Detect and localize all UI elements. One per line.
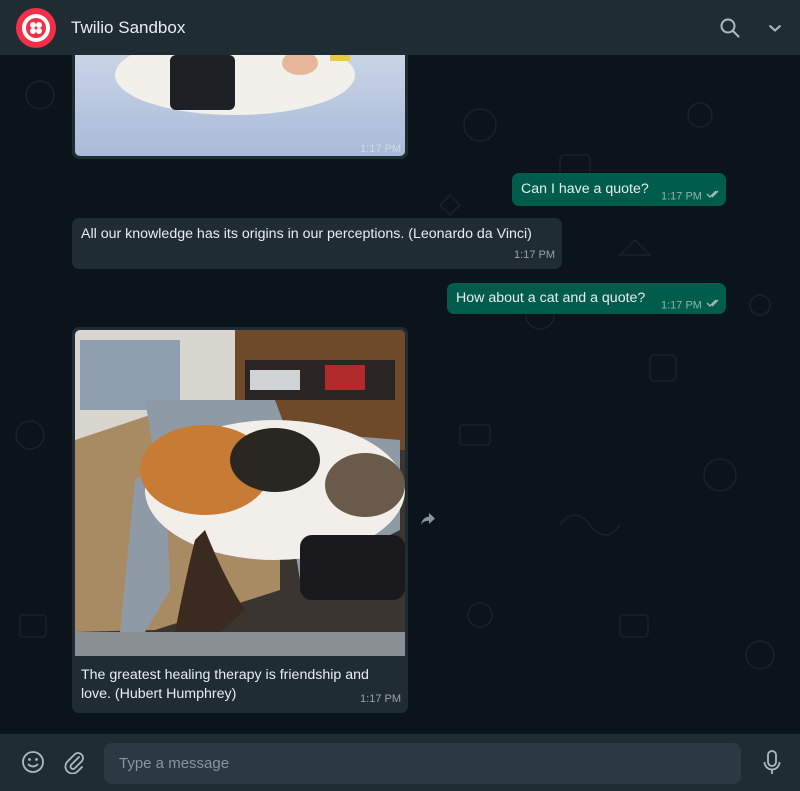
forward-icon[interactable]: [420, 512, 436, 531]
cat-image[interactable]: [75, 330, 405, 632]
message-incoming[interactable]: All our knowledge has its origins in our…: [72, 218, 562, 269]
microphone-icon[interactable]: [762, 750, 782, 781]
message-outgoing[interactable]: Can I have a quote? 1:17 PM: [512, 173, 726, 206]
message-text: All our knowledge has its origins in our…: [81, 226, 532, 242]
message-input[interactable]: [104, 743, 741, 784]
attach-icon[interactable]: [62, 750, 86, 779]
message-time: 1:17 PM: [661, 296, 722, 315]
message-list[interactable]: 1:17 PM Can I have a quote? 1:17 PM All …: [0, 55, 800, 734]
image-strip: [75, 632, 405, 656]
search-icon[interactable]: [720, 18, 740, 38]
read-ticks-icon: [706, 296, 722, 315]
message-time: 1:17 PM: [661, 187, 722, 206]
read-ticks-icon: [706, 187, 722, 206]
emoji-icon[interactable]: [21, 750, 45, 779]
message-image-incoming[interactable]: The greatest healing therapy is friendsh…: [72, 327, 408, 713]
chat-header: Twilio Sandbox: [0, 0, 800, 55]
message-outgoing[interactable]: How about a cat and a quote? 1:17 PM: [447, 283, 726, 314]
twilio-logo-icon[interactable]: [16, 7, 56, 48]
message-text: Can I have a quote?: [521, 181, 649, 197]
message-time: 1:17 PM: [360, 143, 401, 155]
image-caption: The greatest healing therapy is friendsh…: [81, 667, 369, 702]
message-time: 1:17 PM: [514, 249, 555, 261]
message-text: How about a cat and a quote?: [456, 290, 646, 306]
sushi-image[interactable]: [75, 55, 405, 156]
chevron-down-icon[interactable]: [768, 23, 782, 33]
message-composer: [0, 734, 800, 791]
message-time: 1:17 PM: [360, 693, 401, 705]
message-image-incoming[interactable]: 1:17 PM: [72, 55, 408, 159]
chat-title[interactable]: Twilio Sandbox: [71, 18, 185, 38]
